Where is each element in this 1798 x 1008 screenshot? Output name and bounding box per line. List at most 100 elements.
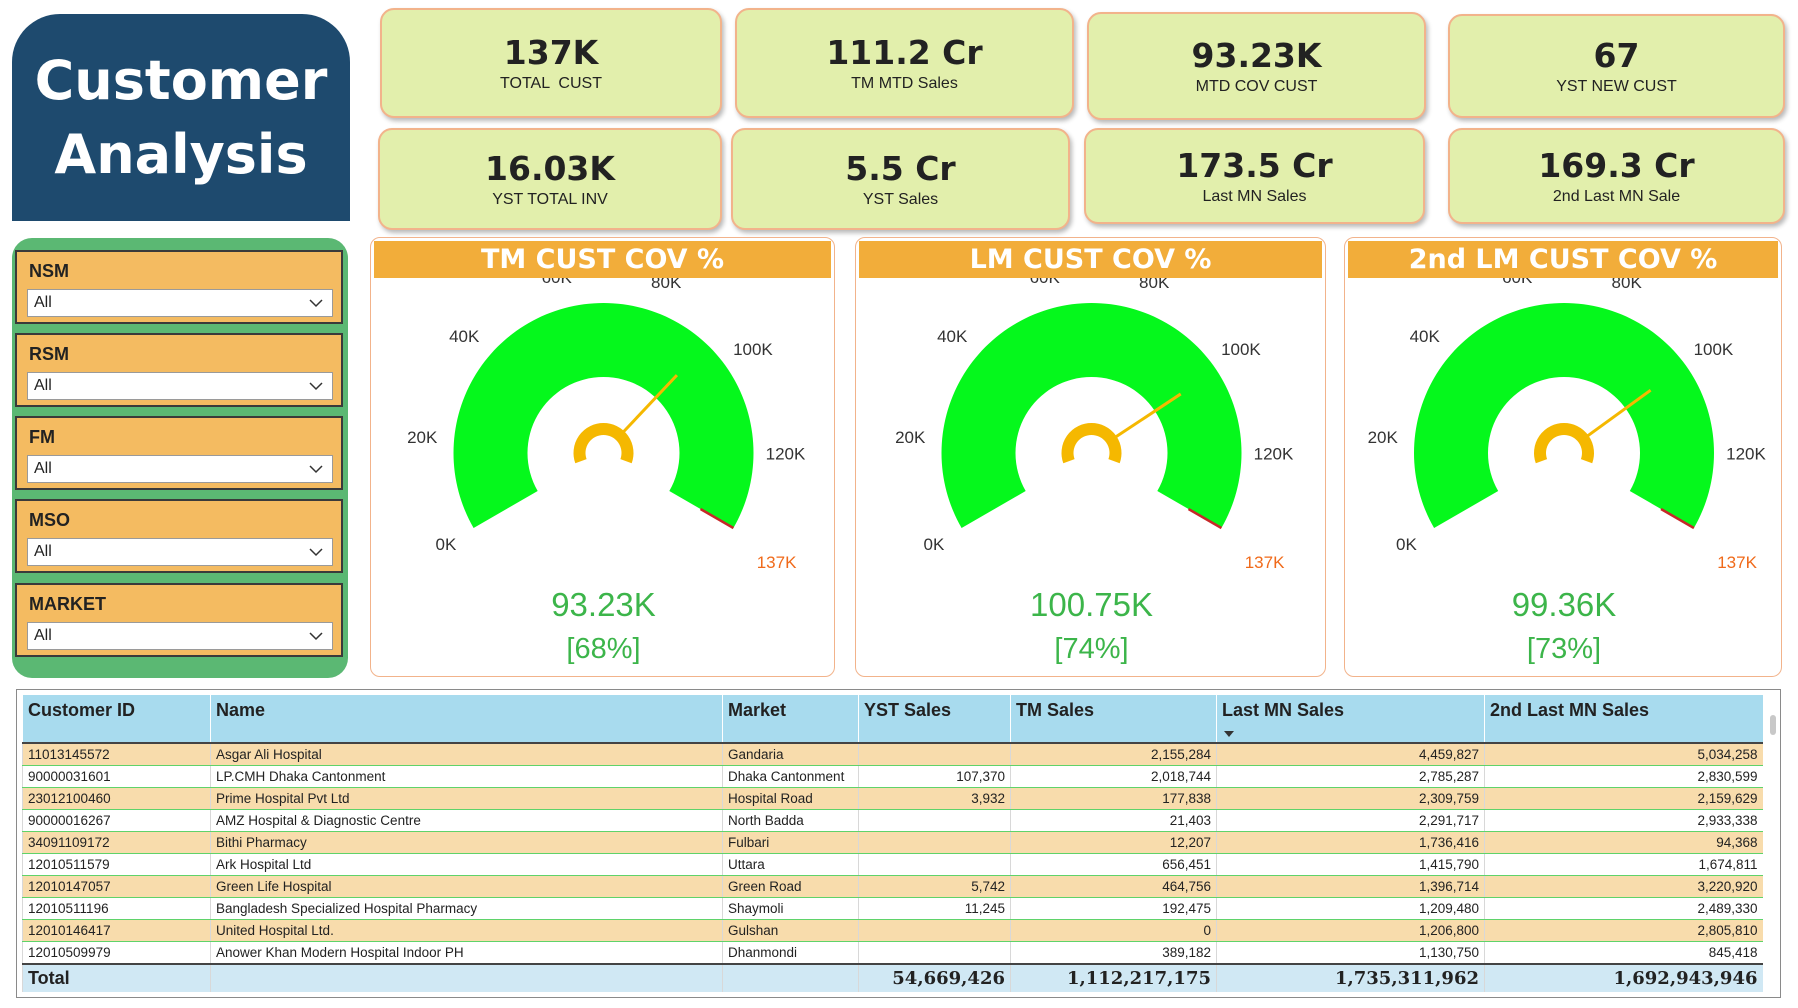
kpi-last-mn-sales: 173.5 Cr Last MN Sales — [1084, 128, 1425, 224]
table-cell: 2,309,759 — [1216, 787, 1485, 810]
table-row[interactable]: 11013145572 Asgar Ali Hospital Gandaria 2,1… — [22, 743, 1763, 766]
table-cell: Fulbari — [722, 831, 859, 854]
table-cell: 90000016267 — [22, 809, 211, 832]
total-cell — [210, 963, 723, 992]
table-cell: 2,933,338 — [1484, 809, 1763, 832]
table-row[interactable]: 34091109172 Bithi Pharmacy Fulbari 12,207 1,… — [22, 831, 1763, 854]
total-cell: 54,669,426 — [858, 963, 1011, 992]
table-cell: 192,475 — [1010, 897, 1217, 920]
gauge-percent: [74%] — [1054, 633, 1128, 665]
table-cell: 11013145572 — [22, 743, 211, 766]
fm-dropdown[interactable]: All — [27, 455, 333, 483]
table-cell: 94,368 — [1484, 831, 1763, 854]
slicer-label: MARKET — [29, 594, 106, 614]
table-cell: Uttara — [722, 853, 859, 876]
table-cell: 12010509979 — [22, 941, 211, 965]
table-cell: 1,674,811 — [1484, 853, 1763, 876]
table-cell: 0 — [1010, 919, 1217, 942]
gauge-title: LM CUST COV % — [859, 241, 1322, 278]
gauge-tick-label: 0K — [923, 535, 944, 554]
kpi-total-cust: 137K TOTAL CUST — [380, 8, 722, 118]
table-cell: 1,736,416 — [1216, 831, 1485, 854]
table-cell: 23012100460 — [22, 787, 211, 810]
table-cell: 5,034,258 — [1484, 743, 1763, 766]
table-cell — [858, 941, 1011, 965]
gauge-tick-label: 100K — [733, 340, 773, 359]
kpi-tm-mtd-sales: 111.2 Cr TM MTD Sales — [735, 8, 1074, 118]
dropdown-value: All — [34, 377, 52, 394]
table-cell: 2,830,599 — [1484, 765, 1763, 788]
kpi-2nd-last-mn-sale: 169.3 Cr 2nd Last MN Sale — [1448, 128, 1785, 224]
market-dropdown[interactable]: All — [27, 622, 333, 650]
slicer-label: NSM — [29, 261, 69, 281]
table-cell: Gandaria — [722, 743, 859, 766]
table-cell: Prime Hospital Pvt Ltd — [210, 787, 723, 810]
kpi-label: MTD COV CUST — [1195, 78, 1318, 95]
mso-dropdown[interactable]: All — [27, 538, 333, 566]
gauge-tick-label: 80K — [651, 278, 682, 292]
gauge-tick-label: 40K — [937, 327, 968, 346]
table-cell: 11,245 — [858, 897, 1011, 920]
table-cell: 34091109172 — [22, 831, 211, 854]
table-cell: 464,756 — [1010, 875, 1217, 898]
table-cell: 21,403 — [1010, 809, 1217, 832]
table-cell: 12,207 — [1010, 831, 1217, 854]
chevron-down-icon — [309, 382, 323, 391]
gauge-tick-label: 120K — [1254, 445, 1294, 464]
kpi-value: 5.5 Cr — [845, 149, 956, 188]
table-cell: 3,220,920 — [1484, 875, 1763, 898]
gauge-tick-label: 60K — [1502, 278, 1533, 287]
table-cell: Asgar Ali Hospital — [210, 743, 723, 766]
table-cell: 4,459,827 — [1216, 743, 1485, 766]
table-row[interactable]: 90000031601 LP.CMH Dhaka Cantonment Dhaka … — [22, 765, 1763, 788]
table-scrollbar[interactable] — [1769, 715, 1777, 975]
total-cell: 1,112,217,175 — [1010, 963, 1217, 992]
table-cell — [858, 831, 1011, 854]
table-row[interactable]: 12010511579 Ark Hospital Ltd Uttara 656,451… — [22, 853, 1763, 876]
gauge-chart: 0K 20K 40K 60K 80K 100K 120K 137K 100.75K [74%] — [895, 278, 1294, 665]
gauge-title: 2nd LM CUST COV % — [1348, 241, 1778, 278]
col-header-customer-id[interactable]: Customer ID — [22, 695, 211, 744]
chevron-down-icon — [309, 465, 323, 474]
kpi-value: 173.5 Cr — [1176, 146, 1333, 185]
chevron-down-icon — [309, 299, 323, 308]
scrollbar-thumb[interactable] — [1770, 715, 1776, 735]
table-row[interactable]: 12010511196 Bangladesh Specialized Hospit… — [22, 897, 1763, 920]
col-header-2nd-last-mn-sales[interactable]: 2nd Last MN Sales — [1484, 695, 1763, 744]
customer-grid: Customer ID Name Market YST Sales TM Sal… — [22, 695, 1763, 992]
gauge-tm-cust-cov: TM CUST COV % 0K 20K 40K 60K 80K 100K 120K 137K… — [370, 237, 835, 677]
table-cell: Ark Hospital Ltd — [210, 853, 723, 876]
table-row[interactable]: 23012100460 Prime Hospital Pvt Ltd Hospita… — [22, 787, 1763, 810]
table-row[interactable]: 12010147057 Green Life Hospital Green Road… — [22, 875, 1763, 898]
gauge-band — [453, 303, 754, 528]
nsm-dropdown[interactable]: All — [27, 289, 333, 317]
rsm-dropdown[interactable]: All — [27, 372, 333, 400]
table-cell: Dhaka Cantonment — [722, 765, 859, 788]
gauge-value: 99.36K — [1512, 586, 1617, 623]
col-header-tm-sales[interactable]: TM Sales — [1010, 695, 1217, 744]
kpi-value: 137K — [503, 33, 599, 72]
gauge-tick-label: 60K — [542, 278, 573, 287]
chevron-down-icon — [309, 632, 323, 641]
gauge-band — [1414, 303, 1714, 528]
col-header-yst-sales[interactable]: YST Sales — [858, 695, 1011, 744]
table-cell: Bangladesh Specialized Hospital Pharmacy — [210, 897, 723, 920]
col-header-market[interactable]: Market — [722, 695, 859, 744]
col-header-last-mn-sales[interactable]: Last MN Sales — [1216, 695, 1485, 744]
table-row[interactable]: 12010146417 United Hospital Ltd. Gulshan 0 1… — [22, 919, 1763, 942]
table-cell: 5,742 — [858, 875, 1011, 898]
table-row[interactable]: 12010509979 Anower Khan Modern Hospital I… — [22, 941, 1763, 965]
gauge-max-label: 137K — [757, 553, 797, 572]
gauge-hub — [573, 423, 634, 464]
table-row[interactable]: 90000016267 AMZ Hospital & Diagnostic Cen… — [22, 809, 1763, 832]
dropdown-value: All — [34, 543, 52, 560]
table-cell: 2,155,284 — [1010, 743, 1217, 766]
table-cell: 2,785,287 — [1216, 765, 1485, 788]
gauge-tick-label: 20K — [1368, 428, 1399, 447]
kpi-value: 111.2 Cr — [826, 33, 983, 72]
col-header-name[interactable]: Name — [210, 695, 723, 744]
gauge-band — [941, 303, 1242, 528]
table-cell — [858, 919, 1011, 942]
title-line-2: Analysis — [54, 122, 308, 186]
table-cell: Dhanmondi — [722, 941, 859, 965]
